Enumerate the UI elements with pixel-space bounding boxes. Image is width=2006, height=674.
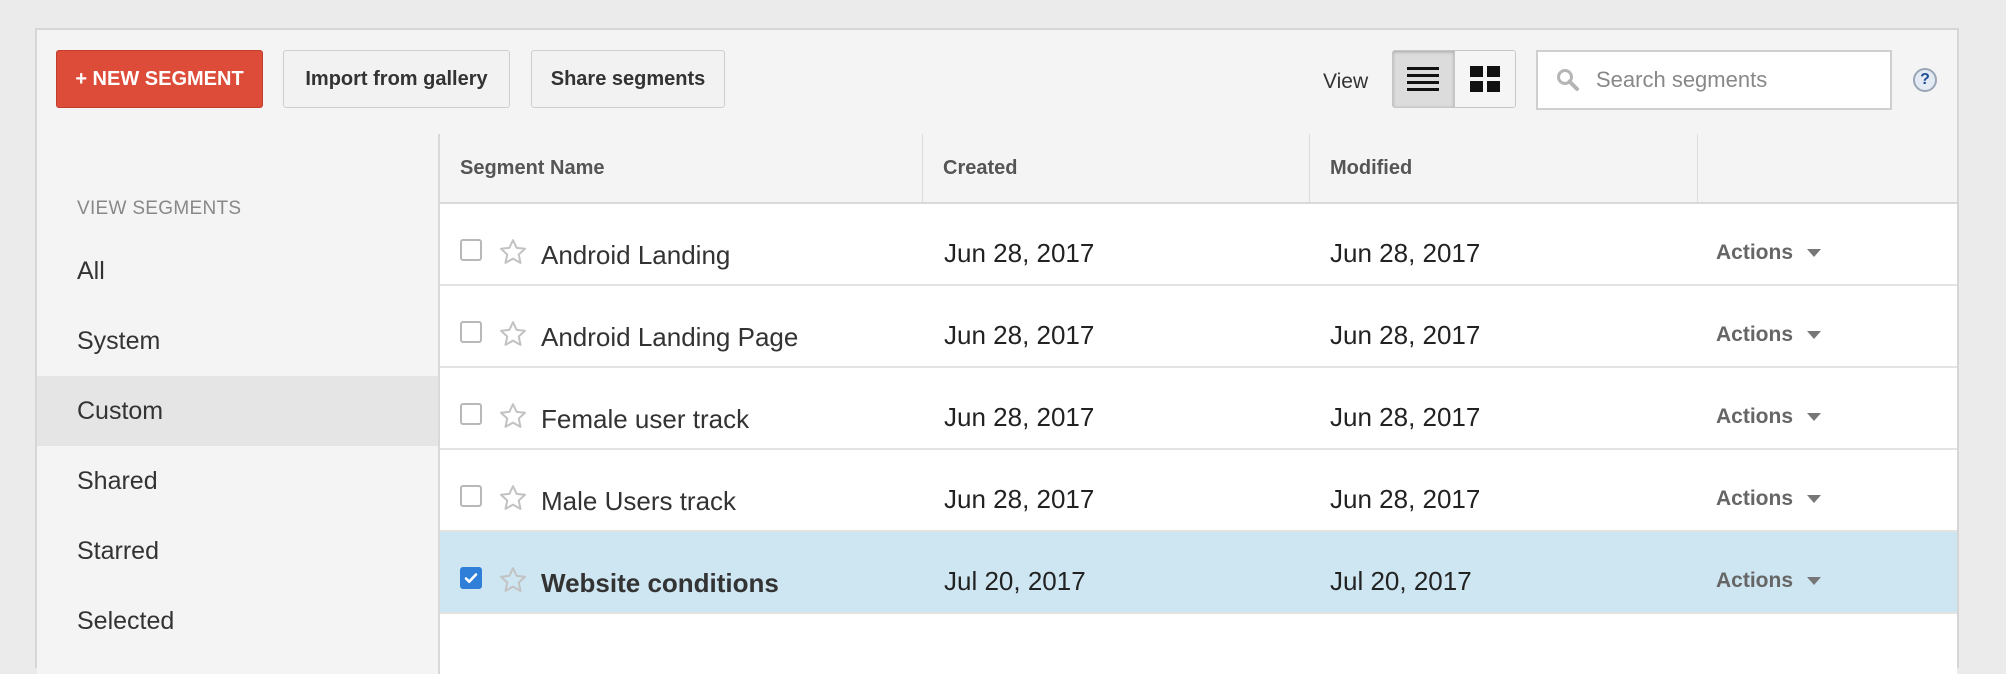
actions-label: Actions bbox=[1716, 569, 1794, 592]
star-outline-icon[interactable] bbox=[498, 401, 528, 436]
sidebar: VIEW SEGMENTS All System Custom Shared S… bbox=[37, 134, 440, 674]
column-header-actions bbox=[1698, 134, 1961, 202]
row-checkbox[interactable] bbox=[460, 567, 482, 589]
actions-dropdown[interactable]: Actions bbox=[1716, 487, 1822, 511]
sidebar-item-selected[interactable]: Selected bbox=[37, 586, 438, 656]
modified-date: Jun 28, 2017 bbox=[1330, 320, 1481, 350]
row-checkbox[interactable] bbox=[460, 239, 482, 261]
table-row[interactable]: Website conditions Jul 20, 2017 Jul 20, 20… bbox=[440, 532, 1957, 614]
actions-label: Actions bbox=[1716, 487, 1794, 510]
view-label: View bbox=[1323, 70, 1369, 93]
segments-panel: + NEW SEGMENT Import from gallery Share … bbox=[35, 28, 1959, 674]
grid-view-icon bbox=[1469, 66, 1500, 92]
segment-name[interactable]: Male Users track bbox=[541, 486, 736, 517]
search-box bbox=[1536, 50, 1892, 110]
column-header-segment-name[interactable]: Segment Name bbox=[440, 134, 923, 202]
sidebar-item-system[interactable]: System bbox=[37, 306, 438, 376]
row-checkbox[interactable] bbox=[460, 403, 482, 425]
table-row[interactable]: Android Landing Jun 28, 2017 Jun 28, 2017 A… bbox=[440, 204, 1957, 286]
star-outline-icon[interactable] bbox=[498, 319, 528, 354]
created-date: Jun 28, 2017 bbox=[944, 484, 1095, 514]
import-from-gallery-button[interactable]: Import from gallery bbox=[283, 50, 510, 108]
column-header-modified[interactable]: Modified bbox=[1310, 134, 1698, 202]
actions-dropdown[interactable]: Actions bbox=[1716, 405, 1822, 429]
grid-view-button[interactable] bbox=[1454, 51, 1515, 107]
table-header: Segment Name Created Modified bbox=[440, 134, 1957, 204]
modified-date: Jun 28, 2017 bbox=[1330, 238, 1481, 268]
actions-label: Actions bbox=[1716, 323, 1794, 346]
new-segment-button[interactable]: + NEW SEGMENT bbox=[56, 50, 263, 108]
sidebar-item-shared[interactable]: Shared bbox=[37, 446, 438, 516]
caret-down-icon bbox=[1807, 249, 1822, 257]
row-checkbox[interactable] bbox=[460, 485, 482, 507]
modified-date: Jul 20, 2017 bbox=[1330, 566, 1472, 596]
column-header-created[interactable]: Created bbox=[923, 134, 1310, 202]
actions-label: Actions bbox=[1716, 405, 1794, 428]
segment-name[interactable]: Android Landing bbox=[541, 240, 730, 271]
sidebar-item-custom[interactable]: Custom bbox=[37, 376, 438, 446]
created-date: Jun 28, 2017 bbox=[944, 238, 1095, 268]
share-segments-button[interactable]: Share segments bbox=[531, 50, 725, 108]
table-row[interactable]: Female user track Jun 28, 2017 Jun 28, 201… bbox=[440, 368, 1957, 450]
sidebar-header: VIEW SEGMENTS bbox=[77, 198, 242, 219]
star-outline-icon[interactable] bbox=[498, 483, 528, 518]
view-toggle bbox=[1392, 50, 1516, 108]
caret-down-icon bbox=[1807, 577, 1822, 585]
caret-down-icon bbox=[1807, 331, 1822, 339]
row-checkbox[interactable] bbox=[460, 321, 482, 343]
sidebar-item-starred[interactable]: Starred bbox=[37, 516, 438, 586]
star-outline-icon[interactable] bbox=[498, 237, 528, 272]
list-view-icon bbox=[1407, 67, 1440, 91]
star-outline-icon[interactable] bbox=[498, 565, 528, 600]
segment-name[interactable]: Website conditions bbox=[541, 568, 779, 599]
modified-date: Jun 28, 2017 bbox=[1330, 484, 1481, 514]
actions-dropdown[interactable]: Actions bbox=[1716, 569, 1822, 593]
help-icon[interactable]: ? bbox=[1913, 68, 1937, 92]
segment-name[interactable]: Android Landing Page bbox=[541, 322, 798, 353]
sidebar-item-all[interactable]: All bbox=[37, 236, 438, 306]
actions-dropdown[interactable]: Actions bbox=[1716, 241, 1822, 265]
actions-label: Actions bbox=[1716, 241, 1794, 264]
caret-down-icon bbox=[1807, 495, 1822, 503]
created-date: Jun 28, 2017 bbox=[944, 320, 1095, 350]
table-row[interactable]: Male Users track Jun 28, 2017 Jun 28, 2017… bbox=[440, 450, 1957, 532]
segment-name[interactable]: Female user track bbox=[541, 404, 749, 435]
created-date: Jun 28, 2017 bbox=[944, 402, 1095, 432]
actions-dropdown[interactable]: Actions bbox=[1716, 323, 1822, 347]
table-row[interactable]: Android Landing Page Jun 28, 2017 Jun 28, … bbox=[440, 286, 1957, 368]
list-view-button[interactable] bbox=[1393, 51, 1455, 107]
toolbar: + NEW SEGMENT Import from gallery Share … bbox=[37, 30, 1957, 136]
search-icon bbox=[1556, 68, 1580, 92]
segments-table: Segment Name Created Modified Android La… bbox=[440, 134, 1957, 674]
caret-down-icon bbox=[1807, 413, 1822, 421]
search-input[interactable] bbox=[1594, 66, 1878, 94]
created-date: Jul 20, 2017 bbox=[944, 566, 1086, 596]
modified-date: Jun 28, 2017 bbox=[1330, 402, 1481, 432]
